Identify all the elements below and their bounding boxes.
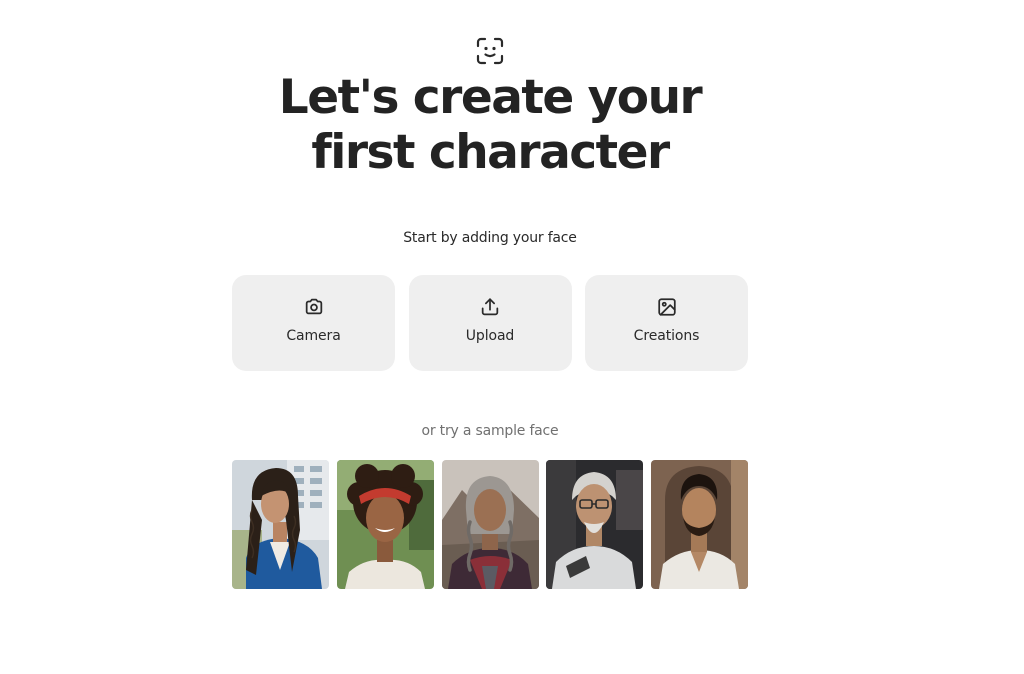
upload-icon [481,298,499,316]
page-subtitle: Start by adding your face [403,230,577,246]
image-icon [657,298,676,316]
sample-face-1-image [232,460,329,589]
sample-faces-caption: or try a sample face [421,423,559,439]
face-scan-icon [476,37,504,65]
camera-icon [305,298,322,315]
creations-label: Creations [633,328,700,344]
sample-face-3[interactable] [441,460,539,589]
upload-label: Upload [465,328,515,344]
sample-face-5[interactable] [651,460,748,589]
sample-face-4[interactable] [546,460,644,589]
sample-faces [232,460,748,589]
camera-label: Camera [286,328,341,344]
sample-face-2[interactable] [336,460,434,589]
sample-face-5-image [651,460,748,589]
camera-button[interactable]: Camera [232,275,395,371]
sample-face-4-image [546,460,644,589]
sample-face-3-image [441,460,539,589]
page-title: Let's create your first character [278,70,703,180]
add-face-options: Camera Upload Creations [232,275,748,371]
sample-face-2-image [336,460,434,589]
onboarding-page: Let's create your first character Start … [0,0,1024,674]
creations-button[interactable]: Creations [585,275,748,371]
upload-button[interactable]: Upload [408,275,572,371]
sample-face-1[interactable] [232,460,329,589]
